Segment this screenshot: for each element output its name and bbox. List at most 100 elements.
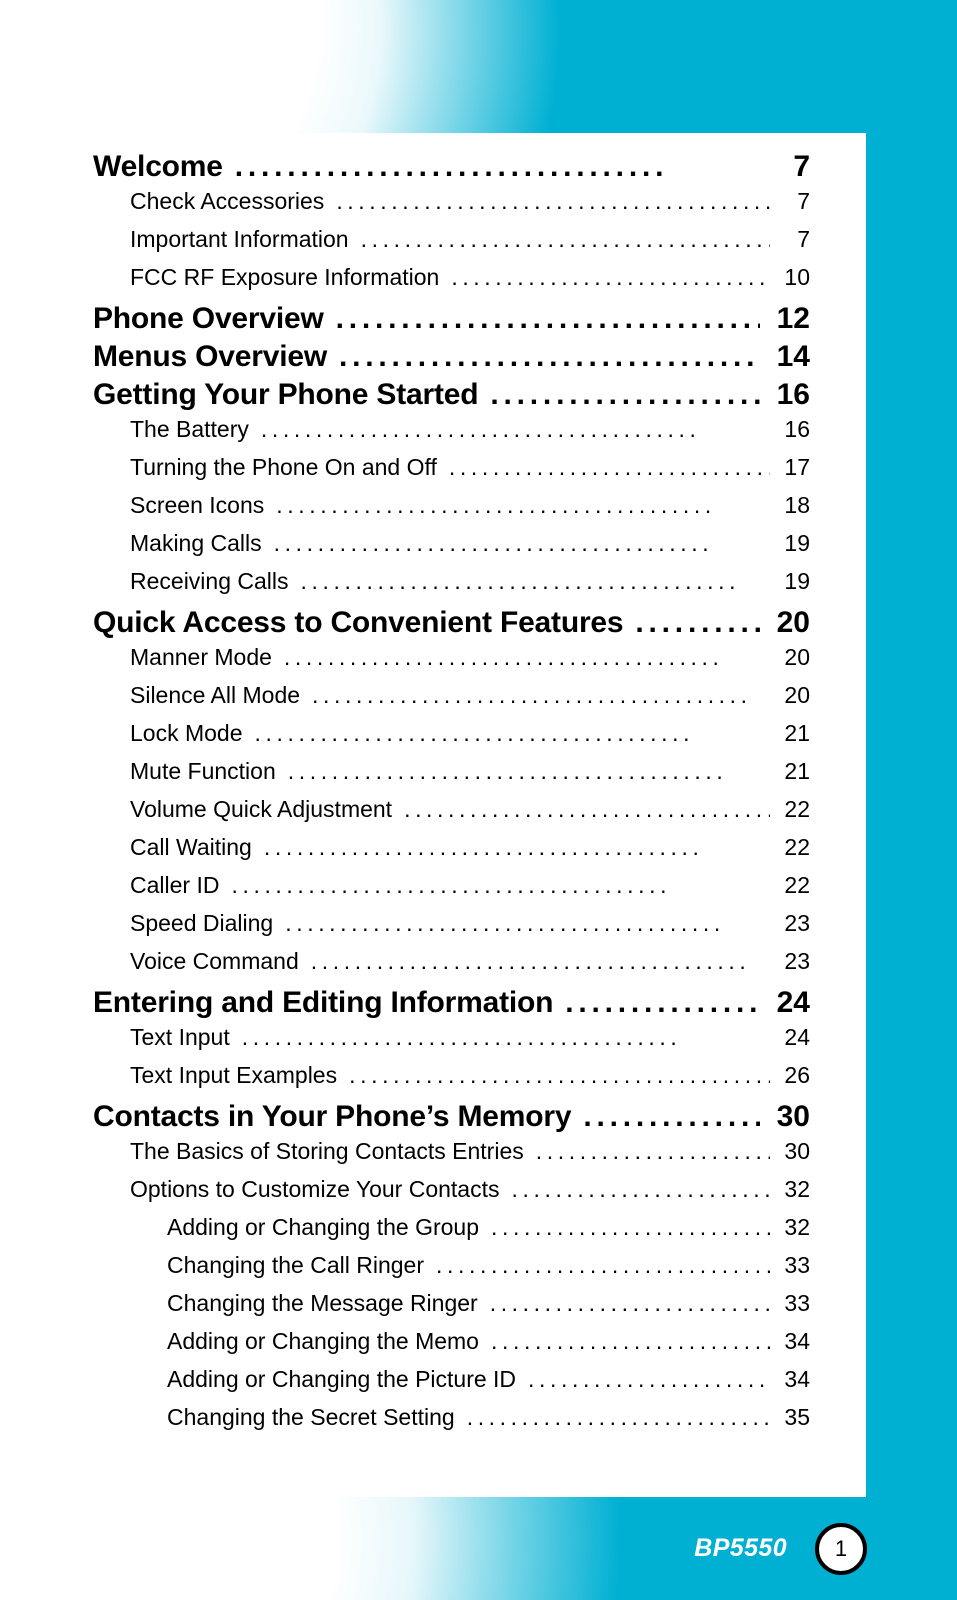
toc-entry[interactable]: Text Input Examples.....................… bbox=[0, 1062, 866, 1100]
toc-entry-label: The Battery bbox=[130, 416, 249, 442]
table-of-contents: Welcome.................................… bbox=[0, 150, 866, 1442]
toc-entry[interactable]: Turning the Phone On and Off............… bbox=[0, 454, 866, 492]
toc-entry[interactable]: Text Input..............................… bbox=[0, 1024, 866, 1062]
toc-entry-page: 7 bbox=[797, 226, 810, 252]
page-footer: BP5550 1 bbox=[597, 1497, 957, 1600]
toc-dot-leader: ........................................ bbox=[285, 910, 725, 936]
toc-dot-leader: ........................................ bbox=[535, 1138, 770, 1164]
toc-entry[interactable]: Getting Your Phone Started..............… bbox=[0, 378, 866, 416]
toc-dot-leader: ........................................ bbox=[273, 530, 714, 556]
toc-entry[interactable]: Welcome.................................… bbox=[0, 150, 866, 188]
toc-dot-leader: ........................................ bbox=[312, 682, 752, 708]
toc-dot-leader: ........................................ bbox=[254, 720, 695, 746]
toc-entry[interactable]: FCC RF Exposure Information.............… bbox=[0, 264, 866, 302]
toc-entry-page: 17 bbox=[784, 454, 810, 480]
toc-dot-leader: ........................................ bbox=[448, 454, 770, 480]
toc-dot-leader: ........................................ bbox=[466, 1404, 770, 1430]
toc-dot-leader: ........................................ bbox=[276, 492, 716, 518]
page-number-badge: 1 bbox=[815, 1522, 867, 1575]
toc-entry-label: Contacts in Your Phone’s Memory bbox=[93, 1100, 572, 1133]
toc-entry-label: Adding or Changing the Picture ID bbox=[167, 1366, 517, 1392]
toc-entry[interactable]: Adding or Changing the Group............… bbox=[0, 1214, 866, 1252]
toc-entry[interactable]: Contacts in Your Phone’s Memory.........… bbox=[0, 1100, 866, 1138]
toc-entry[interactable]: Silence All Mode........................… bbox=[0, 682, 866, 720]
toc-dot-leader: ................................. bbox=[234, 150, 669, 183]
toc-entry-label: Adding or Changing the Group bbox=[167, 1214, 479, 1240]
toc-entry-page: 22 bbox=[784, 872, 810, 898]
toc-entry[interactable]: Quick Access to Convenient Features.....… bbox=[0, 606, 866, 644]
toc-entry-label: Phone Overview bbox=[93, 302, 324, 335]
toc-entry-page: 23 bbox=[784, 910, 810, 936]
toc-entry-page: 33 bbox=[784, 1290, 810, 1316]
toc-dot-leader: ................................. bbox=[583, 1100, 760, 1133]
toc-entry-page: 32 bbox=[784, 1214, 810, 1240]
toc-entry-label: Changing the Secret Setting bbox=[167, 1404, 455, 1430]
toc-entry[interactable]: Lock Mode...............................… bbox=[0, 720, 866, 758]
toc-entry[interactable]: Changing the Secret Setting.............… bbox=[0, 1404, 866, 1442]
toc-entry[interactable]: Volume Quick Adjustment.................… bbox=[0, 796, 866, 834]
toc-entry[interactable]: Changing the Message Ringer.............… bbox=[0, 1290, 866, 1328]
toc-entry-label: Entering and Editing Information bbox=[93, 986, 554, 1019]
toc-entry[interactable]: Screen Icons............................… bbox=[0, 492, 866, 530]
toc-dot-leader: ........................................ bbox=[310, 948, 751, 974]
toc-entry-label: Changing the Message Ringer bbox=[167, 1290, 478, 1316]
toc-entry-page: 14 bbox=[776, 340, 810, 373]
toc-entry-label: FCC RF Exposure Information bbox=[130, 264, 440, 290]
toc-entry-page: 20 bbox=[776, 606, 810, 639]
toc-entry[interactable]: Changing the Call Ringer................… bbox=[0, 1252, 866, 1290]
toc-entry[interactable]: Check Accessories.......................… bbox=[0, 188, 866, 226]
toc-entry[interactable]: Receiving Calls.........................… bbox=[0, 568, 866, 606]
toc-entry-page: 33 bbox=[784, 1252, 810, 1278]
toc-entry-page: 21 bbox=[784, 758, 810, 784]
toc-entry[interactable]: Manner Mode.............................… bbox=[0, 644, 866, 682]
toc-dot-leader: ........................................ bbox=[241, 1024, 682, 1050]
toc-entry[interactable]: Speed Dialing...........................… bbox=[0, 910, 866, 948]
toc-entry-label: Check Accessories bbox=[130, 188, 325, 214]
toc-entry[interactable]: Adding or Changing the Picture ID.......… bbox=[0, 1366, 866, 1404]
manual-page: Welcome.................................… bbox=[0, 0, 957, 1600]
toc-entry-label: Caller ID bbox=[130, 872, 220, 898]
toc-entry[interactable]: The Basics of Storing Contacts Entries..… bbox=[0, 1138, 866, 1176]
toc-entry-page: 21 bbox=[784, 720, 810, 746]
toc-dot-leader: ........................................ bbox=[489, 1290, 770, 1316]
toc-dot-leader: ................................. bbox=[635, 606, 760, 639]
toc-dot-leader: ........................................ bbox=[336, 188, 770, 214]
toc-dot-leader: ........................................ bbox=[528, 1366, 770, 1392]
toc-entry[interactable]: Entering and Editing Information........… bbox=[0, 986, 866, 1024]
toc-dot-leader: ........................................ bbox=[231, 872, 672, 898]
toc-entry-label: Text Input bbox=[130, 1024, 230, 1050]
toc-entry[interactable]: Options to Customize Your Contacts......… bbox=[0, 1176, 866, 1214]
toc-entry-page: 22 bbox=[784, 834, 810, 860]
toc-entry-page: 7 bbox=[797, 188, 810, 214]
toc-entry-page: 35 bbox=[784, 1404, 810, 1430]
toc-entry-page: 30 bbox=[776, 1100, 810, 1133]
toc-entry-label: Receiving Calls bbox=[130, 568, 289, 594]
toc-entry-label: Silence All Mode bbox=[130, 682, 301, 708]
toc-entry-label: Turning the Phone On and Off bbox=[130, 454, 437, 480]
toc-entry-page: 20 bbox=[784, 644, 810, 670]
toc-entry[interactable]: Mute Function...........................… bbox=[0, 758, 866, 796]
toc-dot-leader: ........................................ bbox=[263, 834, 704, 860]
toc-dot-leader: ........................................ bbox=[260, 416, 701, 442]
model-name: BP5550 bbox=[694, 1534, 787, 1562]
toc-dot-leader: ........................................ bbox=[436, 1252, 770, 1278]
toc-entry[interactable]: The Battery.............................… bbox=[0, 416, 866, 454]
toc-entry[interactable]: Voice Command...........................… bbox=[0, 948, 866, 986]
toc-entry[interactable]: Phone Overview..........................… bbox=[0, 302, 866, 340]
toc-entry-label: Important Information bbox=[130, 226, 349, 252]
toc-entry-label: Options to Customize Your Contacts bbox=[130, 1176, 500, 1202]
toc-entry-label: Quick Access to Convenient Features bbox=[93, 606, 624, 639]
toc-entry[interactable]: Making Calls............................… bbox=[0, 530, 866, 568]
toc-entry[interactable]: Menus Overview..........................… bbox=[0, 340, 866, 378]
toc-entry[interactable]: Caller ID...............................… bbox=[0, 872, 866, 910]
toc-entry[interactable]: Important Information...................… bbox=[0, 226, 866, 264]
toc-dot-leader: ........................................ bbox=[404, 796, 770, 822]
toc-entry[interactable]: Adding or Changing the Memo.............… bbox=[0, 1328, 866, 1366]
toc-entry-label: Manner Mode bbox=[130, 644, 272, 670]
toc-entry-page: 32 bbox=[784, 1176, 810, 1202]
toc-entry[interactable]: Call Waiting............................… bbox=[0, 834, 866, 872]
toc-entry-page: 24 bbox=[784, 1024, 810, 1050]
toc-dot-leader: ................................. bbox=[490, 378, 760, 411]
toc-dot-leader: ........................................ bbox=[360, 226, 770, 252]
toc-entry-page: 34 bbox=[784, 1366, 810, 1392]
